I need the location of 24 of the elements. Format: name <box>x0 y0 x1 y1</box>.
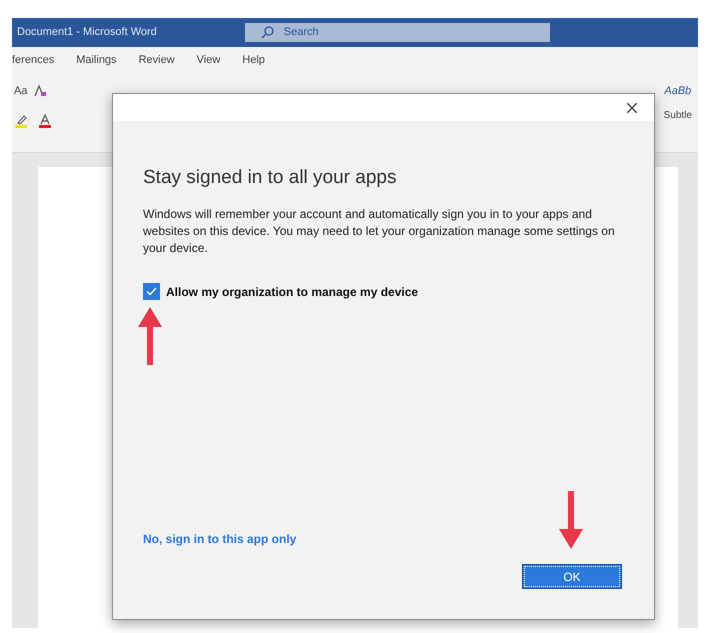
style-name: Subtle <box>664 108 692 122</box>
down-arrow-icon <box>559 489 583 549</box>
sign-in-app-only-link[interactable]: No, sign in to this app only <box>143 530 296 548</box>
checkbox-label: Allow my organization to manage my device <box>166 284 418 301</box>
font-color-icon[interactable] <box>38 114 52 128</box>
clear-format-icon <box>33 84 48 98</box>
dialog-message: Windows will remember your account and automatically sign you in to your apps and websites on this device. You may need to let your organization manage some settings on your device. <box>143 206 616 257</box>
window-title: Document1 - Microsoft Word <box>17 25 157 40</box>
ribbon-tab[interactable]: Help <box>242 52 265 68</box>
ribbon-tab[interactable]: Review <box>138 52 175 68</box>
ok-button[interactable]: OK <box>522 564 622 589</box>
ribbon-tab[interactable]: View <box>196 52 220 68</box>
search-field[interactable]: Search <box>244 23 550 42</box>
highlighter-icon[interactable] <box>14 114 28 128</box>
checkmark-icon <box>146 287 157 296</box>
checkbox[interactable] <box>143 283 160 300</box>
up-arrow-icon <box>138 307 162 367</box>
dialog-title: Stay signed in to all your apps <box>143 166 398 190</box>
style-sample[interactable]: AaBb <box>664 83 692 100</box>
ribbon-tab[interactable]: ferences <box>12 52 54 68</box>
ribbon-tab[interactable]: Mailings <box>76 52 117 68</box>
search-icon <box>260 26 274 39</box>
close-icon <box>627 102 637 112</box>
change-case-button[interactable]: Aa <box>14 83 28 100</box>
